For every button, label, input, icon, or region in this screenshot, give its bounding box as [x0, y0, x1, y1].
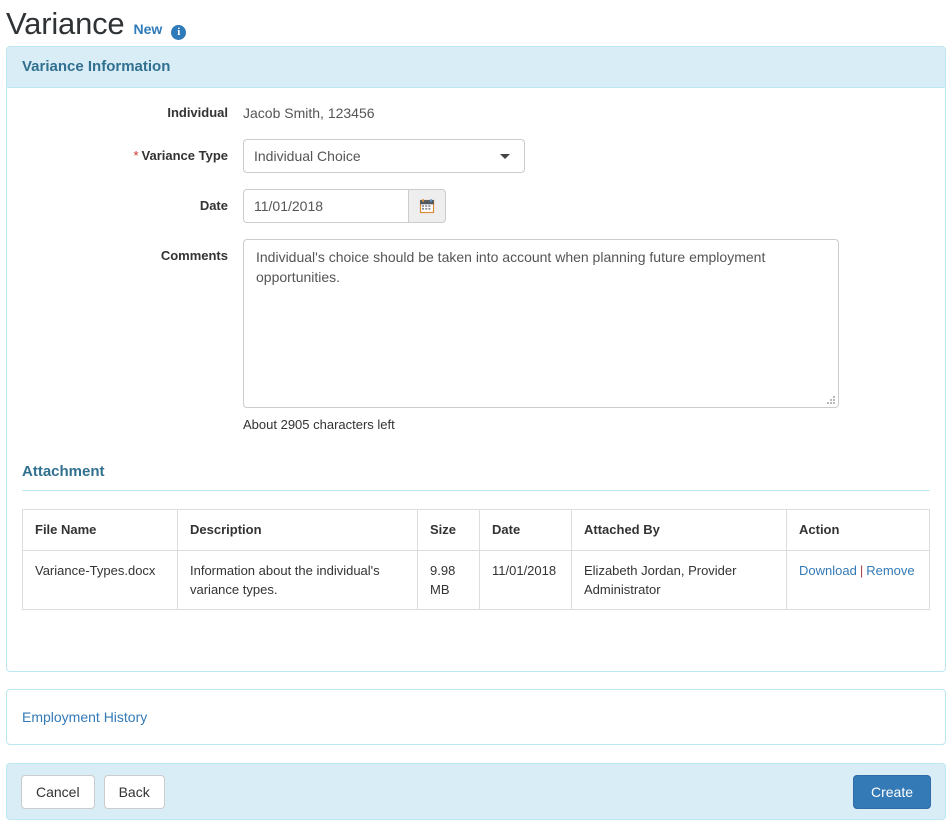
cancel-button[interactable]: Cancel	[21, 774, 95, 809]
page-header: Variance New i	[0, 0, 952, 46]
cell-description: Information about the individual's varia…	[177, 550, 418, 610]
variance-type-label-text: Variance Type	[141, 148, 228, 163]
attachment-table: File Name Description Size Date Attached…	[22, 509, 930, 610]
variance-form-page: Variance New i Variance Information Indi…	[0, 0, 952, 833]
panel-body: Individual Jacob Smith, 123456 * Variance…	[7, 88, 945, 671]
field-row-comments: Comments About 2905 characters	[22, 239, 930, 434]
column-header-date: Date	[479, 509, 572, 551]
column-header-action: Action	[786, 509, 930, 551]
attachment-table-body: Variance-Types.docx Information about th…	[22, 550, 930, 610]
date-input[interactable]	[243, 189, 408, 223]
column-header-description: Description	[177, 509, 418, 551]
variance-type-selected-value: Individual Choice	[254, 148, 361, 164]
comments-textarea-wrap	[243, 239, 839, 408]
field-row-variance-type: * Variance Type Individual Choice	[22, 139, 930, 173]
field-row-individual: Individual Jacob Smith, 123456	[22, 103, 930, 123]
employment-history-panel: Employment History	[6, 689, 946, 745]
form-footer-bar: Cancel Back Create	[6, 763, 946, 820]
record-status-label: New	[133, 21, 163, 37]
attachment-title: Attachment	[22, 462, 930, 491]
page-title: Variance	[6, 6, 125, 41]
table-bottom-spacer	[22, 610, 930, 656]
employment-history-link[interactable]: Employment History	[22, 709, 147, 725]
cell-attached-by: Elizabeth Jordan, Provider Administrator	[571, 550, 787, 610]
column-header-file-name: File Name	[22, 509, 178, 551]
date-input-group	[243, 189, 446, 223]
back-button[interactable]: Back	[103, 774, 165, 809]
comments-characters-left: About 2905 characters left	[243, 417, 395, 432]
variance-information-panel: Variance Information Individual Jacob Sm…	[6, 46, 946, 672]
cell-size: 9.98 MB	[417, 550, 480, 610]
column-header-size: Size	[417, 509, 480, 551]
cell-file-name: Variance-Types.docx	[22, 550, 178, 610]
variance-type-select[interactable]: Individual Choice	[243, 139, 525, 173]
download-link[interactable]: Download	[799, 563, 857, 578]
calendar-picker-button[interactable]	[408, 189, 446, 223]
comments-textarea[interactable]	[243, 239, 839, 408]
action-separator: |	[859, 563, 864, 578]
calendar-icon	[419, 199, 435, 214]
panel-heading: Variance Information	[7, 47, 945, 88]
cell-action: Download | Remove	[786, 550, 930, 610]
required-asterisk: *	[133, 148, 139, 163]
remove-link[interactable]: Remove	[866, 563, 914, 578]
table-header-row: File Name Description Size Date Attached…	[22, 509, 930, 551]
field-row-date: Date	[22, 189, 930, 223]
create-button[interactable]: Create	[852, 774, 931, 809]
date-label: Date	[199, 198, 228, 213]
cell-date: 11/01/2018	[479, 550, 572, 610]
table-row: Variance-Types.docx Information about th…	[22, 550, 930, 610]
info-circle-icon[interactable]: i	[171, 25, 187, 40]
column-header-attached-by: Attached By	[571, 509, 787, 551]
comments-field-wrap: About 2905 characters left	[243, 239, 839, 434]
variance-type-label: * Variance Type	[22, 139, 243, 166]
individual-value: Jacob Smith, 123456	[243, 105, 375, 121]
chevron-down-icon	[500, 154, 510, 159]
comments-label: Comments	[160, 248, 228, 263]
attachment-section: Attachment File Name Description Size Da…	[22, 462, 930, 656]
individual-label: Individual	[167, 105, 228, 120]
attachment-table-head: File Name Description Size Date Attached…	[22, 509, 930, 551]
